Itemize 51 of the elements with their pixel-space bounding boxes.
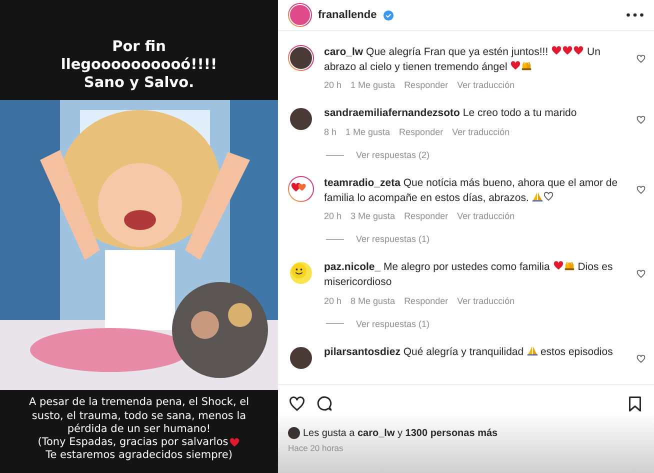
like-icon[interactable] xyxy=(636,269,646,280)
post-time: Hace 20 horas xyxy=(288,443,344,453)
comment-text: pilarsantosdiez Qué alegría y tranquilidad estos episodios xyxy=(324,344,614,360)
avatar[interactable] xyxy=(288,45,314,71)
smiley-icon xyxy=(290,262,308,280)
comment-text: paz.nicole_ Me alegro por ustedes como familia Dios es misericordioso xyxy=(324,260,614,290)
comment-text: caro_lw Que alegría Fran que ya estén juntos!!! Un abrazo al cielo y tienen tremendo ángel xyxy=(324,45,602,74)
comment-text: sandraemiliafernandezsoto Le creo todo a tu marido xyxy=(324,106,578,122)
comment-time: 20 h xyxy=(324,211,342,222)
like-count[interactable]: 1 Me gusta xyxy=(350,80,396,90)
like-count[interactable]: 1 Me gusta xyxy=(346,127,390,138)
translate-link[interactable]: Ver traducción xyxy=(457,296,515,306)
heart-icon xyxy=(229,436,240,448)
heart-icon xyxy=(552,260,564,272)
like-count[interactable]: 3 Me gusta xyxy=(350,211,396,222)
caption-text: Te estaremos agradecidos siempre) xyxy=(46,448,232,462)
like-icon[interactable] xyxy=(636,185,646,196)
heart-outline-icon xyxy=(542,190,554,202)
comment-icon[interactable] xyxy=(316,395,334,413)
heart-icon xyxy=(573,45,584,56)
reply-link[interactable]: Responder xyxy=(404,296,448,306)
comment-time: 20 h xyxy=(324,296,342,306)
avatar[interactable] xyxy=(288,176,314,202)
view-replies-link[interactable]: Ver respuestas (1) xyxy=(356,234,430,244)
reply-link[interactable]: Responder xyxy=(404,80,448,90)
post-headline: Por fin llegoooooooooó!!!! Sano y Salvo. xyxy=(60,38,218,94)
caption-text: (Tony Espadas, gracias por salvarlos xyxy=(38,436,228,449)
translate-link[interactable]: Ver traducción xyxy=(457,80,515,90)
heart-icon xyxy=(562,45,574,56)
like-icon[interactable] xyxy=(288,395,306,413)
avatar xyxy=(288,427,300,439)
like-icon[interactable] xyxy=(636,54,646,64)
reply-link[interactable]: Responder xyxy=(399,127,444,138)
reply-link[interactable]: Responder xyxy=(404,211,448,222)
bookmark-icon[interactable] xyxy=(626,395,644,413)
like-count[interactable]: 8 Me gusta xyxy=(350,296,396,306)
comment-time: 20 h xyxy=(324,80,342,90)
view-replies-link[interactable]: Ver respuestas (2) xyxy=(356,150,430,160)
likes-text[interactable]: Les gusta a caro_lw y 1300 personas más xyxy=(303,428,498,438)
view-replies-link[interactable]: Ver respuestas (1) xyxy=(356,318,430,329)
comment-time: 8 h xyxy=(324,127,337,138)
username[interactable]: franallende xyxy=(318,9,377,21)
like-icon[interactable] xyxy=(636,115,646,126)
like-icon[interactable] xyxy=(636,354,646,364)
profile-avatar[interactable] xyxy=(288,3,312,27)
translate-link[interactable]: Ver traducción xyxy=(452,127,510,138)
caption-text: A pesar de la tremenda pena, el Shock, el susto, el trauma, todo se sana, menos la pérdida de un ser humano! xyxy=(28,396,250,436)
translate-link[interactable]: Ver traducción xyxy=(457,211,515,222)
heart-icon xyxy=(510,60,522,71)
comment-text: teamradio_zeta Que notícia más bueno, ahora que el amor de familia lo acompañe en estos días, abrazos. xyxy=(324,176,619,206)
heart-icon xyxy=(551,45,562,56)
